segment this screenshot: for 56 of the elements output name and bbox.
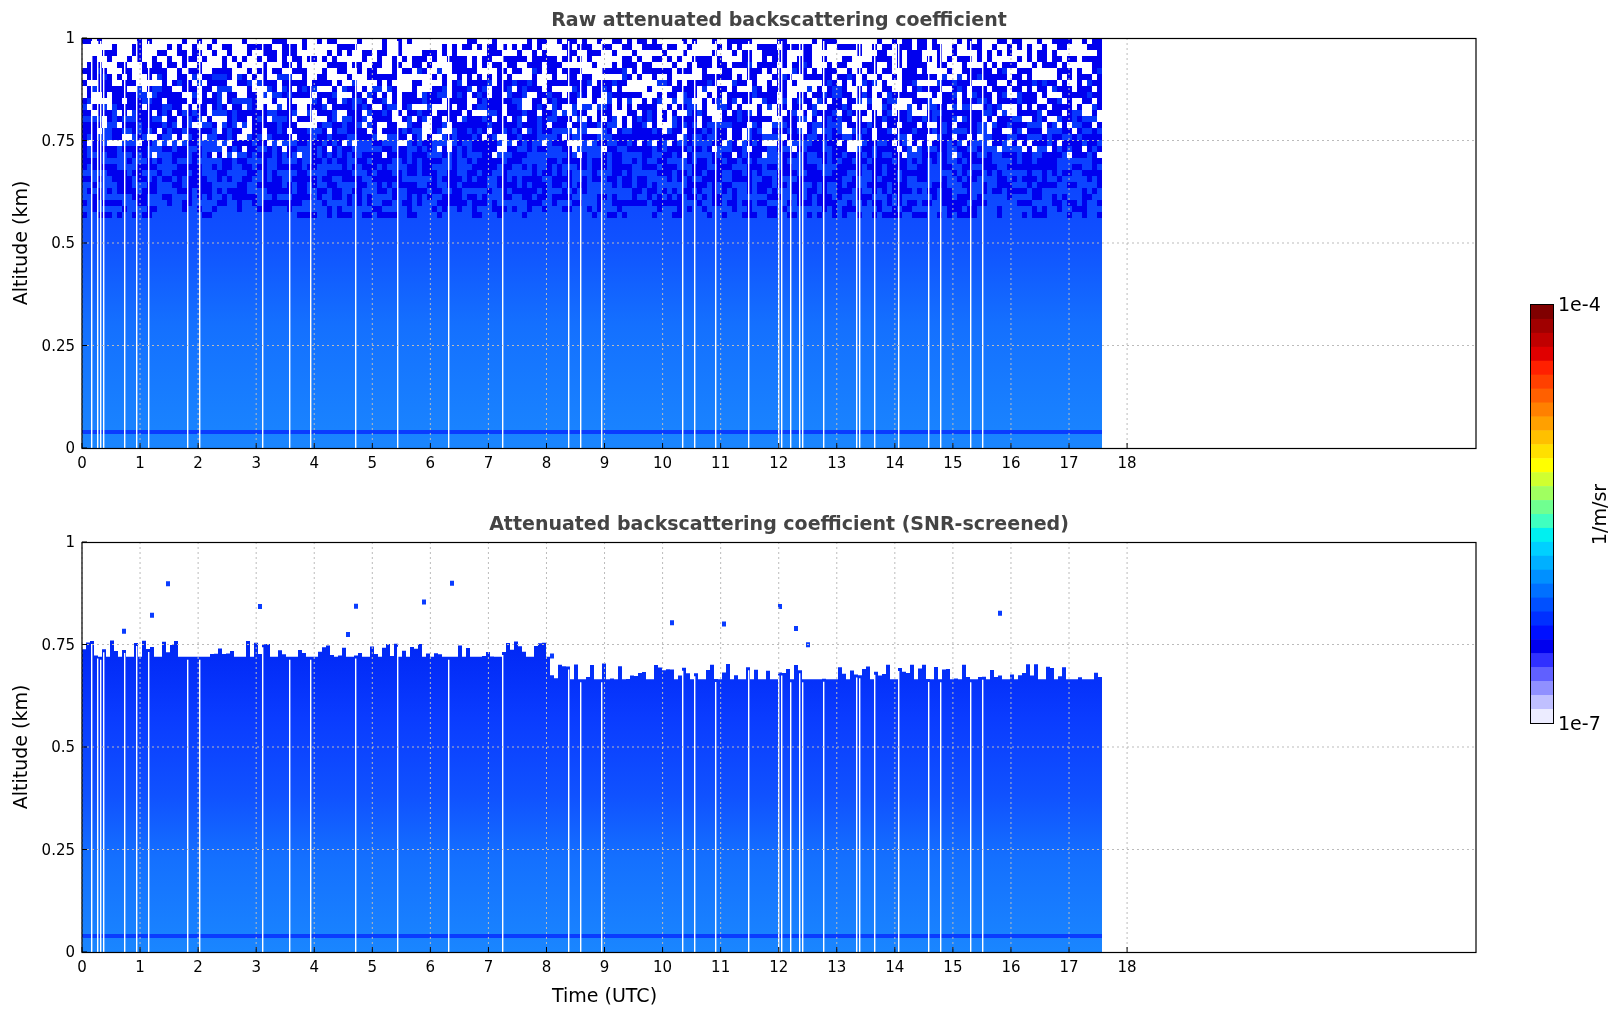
- tick-label: 3: [251, 454, 261, 472]
- tick-label: 0: [77, 454, 87, 472]
- tick-label: 11: [711, 454, 731, 472]
- axis-label: Time (UTC): [552, 984, 658, 1006]
- tick-label: 2: [193, 958, 203, 976]
- tick-label: 3: [251, 958, 261, 976]
- tick-label: 7: [483, 958, 494, 976]
- tick-label: 9: [599, 454, 610, 472]
- tick-label: 17: [1059, 958, 1079, 976]
- tick-label: 0.75: [41, 131, 75, 150]
- tick-label: 15: [943, 958, 963, 976]
- tick-label: 1: [135, 958, 145, 976]
- tick-label: 10: [653, 454, 673, 472]
- tick-label: 0: [65, 943, 75, 961]
- tick-label: 8: [541, 454, 552, 472]
- tick-label: 8: [541, 958, 552, 976]
- tick-label: 16: [1001, 454, 1021, 472]
- tick-label: 1e-4: [1558, 295, 1601, 314]
- tick-label: 0: [65, 439, 75, 457]
- tick-label: 18: [1117, 454, 1137, 472]
- tick-label: 7: [483, 454, 494, 472]
- tick-label: 9: [599, 958, 610, 976]
- tick-label: 4: [309, 958, 319, 976]
- tick-label: 12: [769, 958, 789, 976]
- tick-label: 0.5: [51, 234, 75, 252]
- tick-label: 13: [827, 454, 847, 472]
- chart-title: Raw attenuated backscattering coefficient: [550, 7, 1008, 32]
- tick-label: 12: [769, 454, 789, 472]
- axis-label: Altitude (km): [9, 684, 31, 810]
- tick-label: 6: [425, 454, 436, 472]
- tick-label: 18: [1117, 958, 1137, 976]
- tick-label: 14: [885, 454, 905, 472]
- tick-label: 0.25: [41, 840, 75, 859]
- axis-label: Altitude (km): [9, 180, 31, 306]
- tick-label: 1e-7: [1558, 714, 1601, 733]
- tick-label: 13: [827, 958, 847, 976]
- tick-label: 5: [367, 958, 378, 976]
- tick-label: 4: [309, 454, 319, 472]
- tick-label: 5: [367, 454, 378, 472]
- tick-label: 10: [653, 958, 673, 976]
- tick-label: 1: [65, 533, 75, 551]
- tick-label: 15: [943, 454, 963, 472]
- tick-label: 1: [135, 454, 145, 472]
- tick-label: 17: [1059, 454, 1079, 472]
- tick-label: 0.75: [41, 635, 75, 654]
- tick-label: 6: [425, 958, 436, 976]
- tick-label: 16: [1001, 958, 1021, 976]
- tick-label: 0.25: [41, 336, 75, 355]
- tick-label: 11: [711, 958, 731, 976]
- tick-label: 0: [77, 958, 87, 976]
- chart-title: Attenuated backscattering coefficient (SNR-screened): [488, 511, 1070, 536]
- tick-label: 2: [193, 454, 203, 472]
- tick-label: 14: [885, 958, 905, 976]
- tick-label: 1: [65, 29, 75, 47]
- tick-label: 0.5: [51, 738, 75, 756]
- axis-label: 1/m/sr: [1588, 482, 1610, 547]
